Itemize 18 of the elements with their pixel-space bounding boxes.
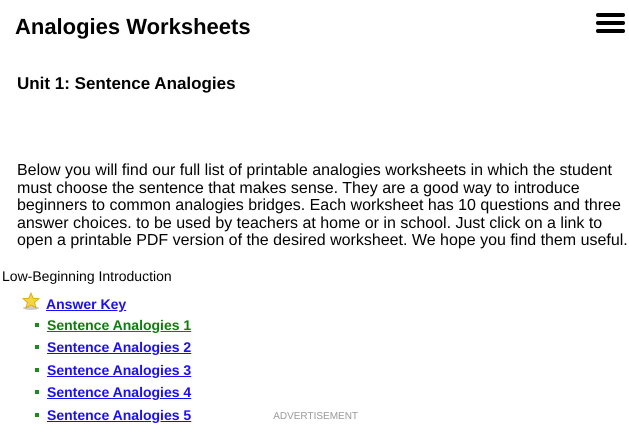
worksheet-link[interactable]: Sentence Analogies 5 [47, 406, 192, 423]
answer-key-link[interactable]: Answer Key [46, 296, 126, 312]
star-icon [22, 292, 40, 310]
worksheet-link[interactable]: Sentence Analogies 3 [47, 362, 192, 378]
menu-icon[interactable] [596, 13, 625, 33]
bullet-icon [35, 322, 39, 327]
page-title: Analogies Worksheets [15, 13, 251, 40]
advertisement-label: ADVERTISEMENT [273, 411, 358, 422]
bullet-icon [35, 368, 39, 372]
worksheet-link[interactable]: Sentence Analogies 1 [47, 316, 192, 333]
intro-paragraph: Below you will find our full list of printable analogies worksheets in which the student must choose the sentence that makes sense. They are a good way to introduce beginners to common analogies bridges. Each worksheet has 10 questions and three answer choices. to be used by teachers at home or in school. Just click on a link to open a printable PDF version of the desired worksheet. We hope you find them useful. [17, 162, 629, 250]
bullet-icon [35, 390, 39, 394]
worksheet-link[interactable]: Sentence Analogies 4 [47, 384, 192, 400]
bullet-icon [35, 412, 39, 417]
bullet-icon [35, 345, 39, 350]
unit-heading: Unit 1: Sentence Analogies [17, 74, 237, 94]
worksheet-link[interactable]: Sentence Analogies 2 [47, 339, 192, 356]
section-title: Low-Beginning Introduction [2, 268, 173, 284]
